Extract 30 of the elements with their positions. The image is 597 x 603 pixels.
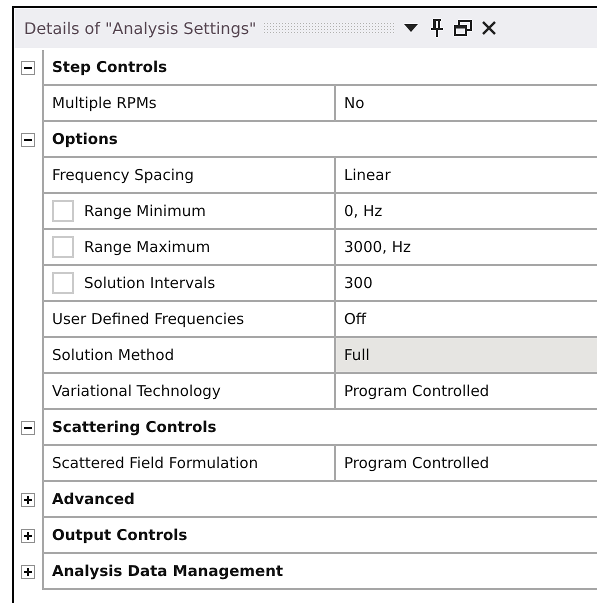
property-name: Solution Intervals xyxy=(84,274,216,292)
parameter-checkbox[interactable] xyxy=(52,200,74,222)
expand-toggle[interactable] xyxy=(21,493,35,507)
parameter-checkbox[interactable] xyxy=(52,272,74,294)
section-header[interactable]: Advanced xyxy=(42,482,597,518)
property-value-cell[interactable]: Full xyxy=(334,338,597,374)
property-value-cell[interactable]: Off xyxy=(334,302,597,338)
property-value-cell[interactable]: 300 xyxy=(334,266,597,302)
property-value-cell[interactable]: 0, Hz xyxy=(334,194,597,230)
collapse-toggle[interactable] xyxy=(21,61,35,75)
expand-toggle[interactable] xyxy=(21,529,35,543)
property-value-cell[interactable]: 3000, Hz xyxy=(334,230,597,266)
property-name: Range Maximum xyxy=(84,238,210,256)
property-name: Range Minimum xyxy=(84,202,206,220)
close-icon[interactable] xyxy=(480,19,498,37)
panel-title: Details of "Analysis Settings" xyxy=(24,18,256,38)
parameter-checkbox[interactable] xyxy=(52,236,74,258)
property-value-cell[interactable]: Program Controlled xyxy=(334,446,597,482)
collapse-toggle[interactable] xyxy=(21,421,35,435)
section-header[interactable]: Output Controls xyxy=(42,518,597,554)
property-name-cell: Multiple RPMs xyxy=(42,86,334,122)
property-value-cell[interactable]: No xyxy=(334,86,597,122)
restore-icon[interactable] xyxy=(454,19,472,37)
property-value-cell[interactable]: Linear xyxy=(334,158,597,194)
expand-toggle[interactable] xyxy=(21,565,35,579)
property-name-cell: Scattered Field Formulation xyxy=(42,446,334,482)
collapse-toggle[interactable] xyxy=(21,133,35,147)
section-header[interactable]: Analysis Data Management xyxy=(42,554,597,590)
property-value-cell[interactable]: Program Controlled xyxy=(334,374,597,410)
property-name-cell: Variational Technology xyxy=(42,374,334,410)
